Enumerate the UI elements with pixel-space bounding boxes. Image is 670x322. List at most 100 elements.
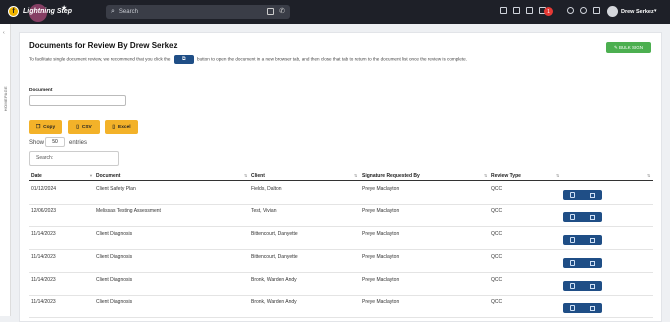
cell-review-type: QCC: [491, 277, 503, 283]
row-actions: [563, 212, 602, 222]
row-actions: [563, 190, 602, 200]
csv-label: CSV: [81, 124, 92, 130]
cell-requested-by: Preye Maclayton: [362, 277, 400, 283]
search-placeholder: Search: [118, 9, 138, 15]
cell-client: Bronk, Warden Andy: [251, 277, 297, 283]
row-actions: [563, 281, 602, 291]
link-icon[interactable]: [593, 7, 600, 14]
col-requested-by[interactable]: Signature Requested By: [362, 173, 420, 179]
cell-document: Client Diagnosis: [96, 277, 133, 283]
open-external-icon[interactable]: [589, 260, 595, 266]
document-filter-label: Document: [29, 88, 53, 93]
bell-icon[interactable]: [567, 7, 574, 14]
table-row[interactable]: 11/14/2023 Client Diagnosis Bittencourt,…: [29, 228, 653, 250]
cell-document: Melissas Testing Assessment: [96, 208, 161, 214]
file-icon: ▯: [112, 124, 116, 130]
sort-desc-icon[interactable]: ▼: [89, 173, 93, 178]
cell-date: 12/06/2023: [31, 208, 57, 214]
row-actions: [563, 235, 602, 245]
cell-client: Test, Vivian: [251, 208, 277, 214]
app-logo[interactable]: f: [8, 6, 19, 17]
global-search[interactable]: ⌕ Search ✆: [106, 5, 290, 19]
calendar-grid-icon[interactable]: [513, 7, 520, 14]
open-external-icon: ⧉: [173, 55, 194, 64]
table-search-input[interactable]: Search:: [29, 151, 119, 166]
open-external-icon[interactable]: [589, 214, 595, 220]
badge-spacer: [552, 7, 561, 14]
copy-icon: ❐: [35, 124, 41, 130]
entries-label: entries: [69, 140, 88, 146]
cell-client: Fields, Dalton: [251, 186, 282, 192]
cell-date: 11/14/2023: [31, 277, 56, 283]
sort-icon[interactable]: ⇅: [556, 173, 559, 178]
cell-client: Bittencourt, Danyette: [251, 254, 298, 260]
help-icon[interactable]: [580, 7, 587, 14]
phone-icon[interactable]: ✆: [279, 7, 285, 15]
open-external-icon[interactable]: [589, 237, 595, 243]
col-review-type[interactable]: Review Type: [491, 173, 521, 179]
avatar[interactable]: [607, 6, 618, 17]
user-name[interactable]: Drew Serkez: [621, 9, 654, 15]
open-external-icon[interactable]: [589, 305, 595, 311]
sort-icon[interactable]: ⇅: [354, 173, 357, 178]
document-icon[interactable]: [570, 237, 576, 243]
documents-card: Documents for Review By Drew Serkez ✎ BU…: [19, 32, 662, 322]
table-row[interactable]: 11/14/2023 Client Diagnosis Bittencourt,…: [29, 251, 653, 273]
chevron-left-icon[interactable]: ‹: [3, 30, 5, 36]
cell-date: 11/14/2023: [31, 299, 56, 305]
notification-badge[interactable]: 1: [544, 7, 553, 16]
cell-document: Client Safety Plan: [96, 186, 136, 192]
document-icon[interactable]: [570, 260, 576, 266]
search-icon: ⌕: [111, 8, 115, 15]
document-icon[interactable]: [570, 283, 576, 289]
table-row[interactable]: 11/14/2023 Client Diagnosis Bronk, Warde…: [29, 296, 653, 318]
excel-button[interactable]: ▯ Excel: [105, 120, 138, 134]
bulk-sign-button[interactable]: ✎ BULK SIGN: [606, 42, 651, 53]
cell-review-type: QCC: [491, 186, 503, 192]
chevron-down-icon[interactable]: ▾: [654, 8, 657, 14]
open-external-icon[interactable]: [589, 283, 595, 289]
col-document[interactable]: Document: [96, 173, 120, 179]
col-client[interactable]: Client: [251, 173, 265, 179]
row-actions: [563, 258, 602, 268]
document-icon[interactable]: [570, 214, 576, 220]
document-filter-input[interactable]: [29, 95, 126, 106]
cell-date: 01/12/2024: [31, 186, 57, 192]
table-header: Date ▼ Document ⇅ Client ⇅ Signature Req…: [29, 171, 653, 181]
sort-icon[interactable]: ⇅: [484, 173, 487, 178]
sort-icon[interactable]: ⇅: [647, 173, 650, 178]
file-icon: ▯: [76, 124, 79, 130]
sort-icon[interactable]: ⇅: [244, 173, 247, 178]
col-date[interactable]: Date: [31, 173, 42, 179]
page-title: Documents for Review By Drew Serkez: [29, 41, 178, 50]
entries-select[interactable]: 50: [45, 137, 65, 147]
sidebar-homepage-label[interactable]: HOMEPAGE: [3, 86, 8, 111]
cell-requested-by: Preye Maclayton: [362, 186, 400, 192]
csv-button[interactable]: ▯ CSV: [68, 120, 100, 134]
copy-button[interactable]: ❐ Copy: [29, 120, 62, 134]
row-actions: [563, 303, 602, 313]
calendar-icon[interactable]: [267, 8, 274, 15]
cell-review-type: QCC: [491, 208, 503, 214]
top-navbar: f Lightning Step ★ ⌕ Search ✆ 1 Drew Ser…: [0, 0, 670, 24]
cell-requested-by: Preye Maclayton: [362, 208, 400, 214]
transfer-icon[interactable]: [500, 7, 507, 14]
excel-label: Excel: [118, 124, 131, 130]
cell-date: 11/14/2023: [31, 254, 56, 260]
cell-document: Client Diagnosis: [96, 254, 133, 260]
cell-document: Client Diagnosis: [96, 299, 133, 305]
cell-document: Client Diagnosis: [96, 231, 133, 237]
table-row[interactable]: 12/06/2023 Melissas Testing Assessment T…: [29, 205, 653, 227]
open-external-icon[interactable]: [589, 192, 595, 198]
cell-requested-by: Preye Maclayton: [362, 299, 400, 305]
star-icon[interactable]: ★: [61, 4, 67, 12]
cell-review-type: QCC: [491, 299, 503, 305]
bulk-sign-label: BULK SIGN: [619, 45, 644, 50]
document-icon[interactable]: [570, 192, 576, 198]
cell-review-type: QCC: [491, 231, 503, 237]
document-icon[interactable]: [570, 305, 576, 311]
table-row[interactable]: 01/12/2024 Client Safety Plan Fields, Da…: [29, 183, 653, 205]
table-row[interactable]: 11/14/2023 Client Diagnosis Bronk, Warde…: [29, 274, 653, 296]
grid-icon[interactable]: [526, 7, 533, 14]
cell-client: Bronk, Warden Andy: [251, 299, 297, 305]
